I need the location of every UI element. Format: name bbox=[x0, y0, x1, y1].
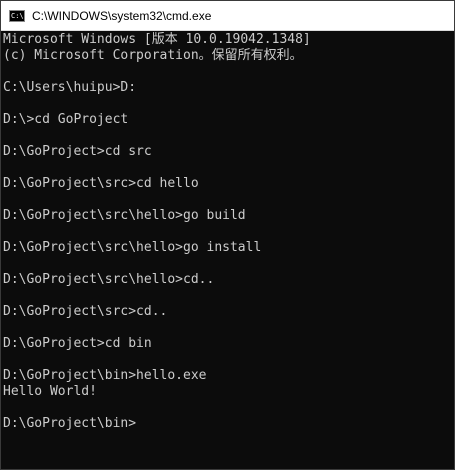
window-title: C:\WINDOWS\system32\cmd.exe bbox=[32, 8, 212, 23]
console-line: D:\>cd GoProject bbox=[3, 112, 129, 127]
console-output[interactable]: Microsoft Windows [版本 10.0.19042.1348] (c… bbox=[2, 32, 453, 468]
console-line: D:\GoProject\src\hello>go install bbox=[3, 240, 262, 255]
console-line: D:\GoProject\bin> bbox=[3, 416, 137, 431]
console-line: D:\GoProject\src>cd hello bbox=[3, 176, 199, 191]
cmd-window: C:\ C:\WINDOWS\system32\cmd.exe Microsof… bbox=[0, 0, 455, 470]
console-line: D:\GoProject\src\hello>go build bbox=[3, 208, 246, 223]
cmd-icon: C:\ bbox=[9, 9, 25, 22]
console-line: D:\GoProject>cd bin bbox=[3, 336, 152, 351]
console-line: Microsoft Windows [版本 10.0.19042.1348] bbox=[3, 32, 311, 47]
console-line: D:\GoProject\bin>hello.exe bbox=[3, 368, 207, 383]
console-line: (c) Microsoft Corporation。保留所有权利。 bbox=[3, 48, 303, 63]
console-line: D:\GoProject>cd src bbox=[3, 144, 152, 159]
title-bar[interactable]: C:\ C:\WINDOWS\system32\cmd.exe bbox=[1, 1, 454, 31]
console-line: D:\GoProject\src>cd.. bbox=[3, 304, 168, 319]
console-line: Hello World! bbox=[3, 384, 97, 399]
console-line: C:\Users\huipu>D: bbox=[3, 80, 137, 95]
console-line: D:\GoProject\src\hello>cd.. bbox=[3, 272, 215, 287]
